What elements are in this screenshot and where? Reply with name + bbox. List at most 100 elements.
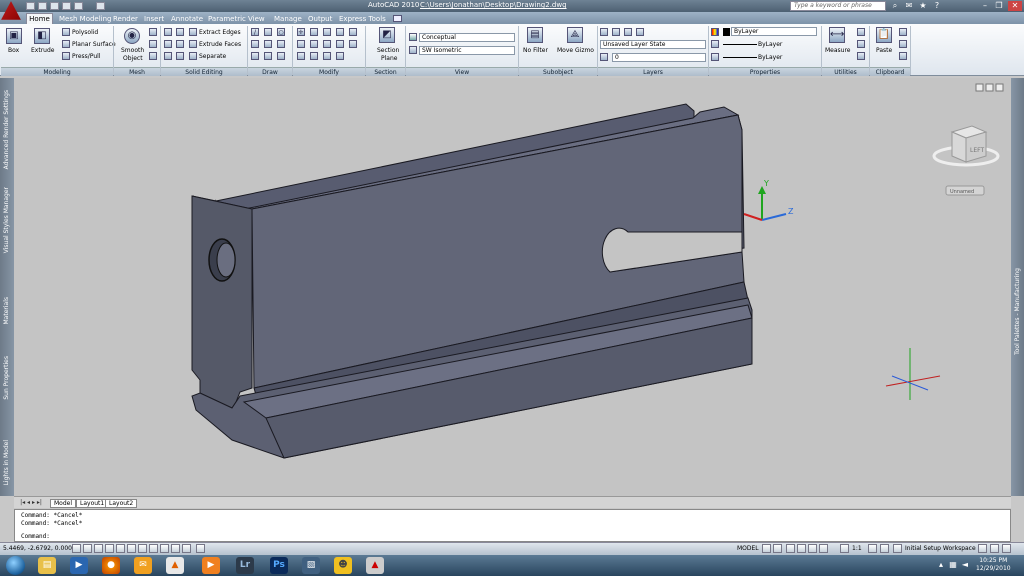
move-icon[interactable]: ✛ (297, 28, 305, 36)
extrude-faces-button[interactable]: Extrude Faces (199, 41, 241, 48)
save-icon[interactable] (50, 2, 59, 10)
paste-button[interactable]: Paste (876, 47, 892, 54)
close-icon[interactable]: ✕ (1008, 1, 1022, 11)
planar-surface-icon[interactable] (62, 40, 70, 48)
model-canvas[interactable]: Y Z LEFT Unnamed (14, 78, 1011, 496)
lineweight-toggle-icon[interactable] (171, 544, 180, 553)
panel-title-view[interactable]: View (406, 67, 518, 76)
separate-icon[interactable] (189, 52, 197, 60)
align-icon[interactable] (323, 52, 331, 60)
dynamic-input-icon[interactable] (160, 544, 169, 553)
explode-icon[interactable] (310, 40, 318, 48)
volume-icon[interactable]: ◄ (960, 560, 970, 570)
tab-manage[interactable]: Manage (274, 14, 302, 24)
viewport-minimize-icon[interactable] (975, 83, 984, 92)
redo-icon[interactable] (74, 2, 83, 10)
subtract-icon[interactable] (176, 28, 184, 36)
no-filter-button[interactable]: No Filter (523, 47, 548, 54)
help-search-input[interactable]: Type a keyword or phrase (790, 1, 886, 11)
extrude-icon[interactable]: ◧ (34, 28, 50, 44)
mirror-icon[interactable] (349, 28, 357, 36)
command-prompt[interactable]: Command: (21, 533, 1004, 541)
section-plane-button-line2[interactable]: Plane (381, 55, 397, 62)
search-icon[interactable]: ⌕ (890, 1, 900, 11)
panel-title-clipboard[interactable]: Clipboard (870, 67, 910, 76)
showmotion-icon[interactable] (819, 544, 828, 553)
quick-properties-icon[interactable] (182, 544, 191, 553)
tab-render[interactable]: Render (113, 14, 138, 24)
offset-icon[interactable] (310, 52, 318, 60)
layer-visibility-icon[interactable] (600, 53, 608, 61)
panel-title-mesh[interactable]: Mesh (114, 67, 160, 76)
tray-icon[interactable]: ▴ (936, 560, 946, 570)
utility-tool-icon[interactable] (857, 52, 865, 60)
layer-state-dropdown[interactable]: Unsaved Layer State (600, 40, 706, 49)
layer-properties-icon[interactable] (600, 28, 608, 36)
tab-annotate[interactable]: Annotate (171, 14, 203, 24)
polygon-icon[interactable] (251, 52, 259, 60)
isolate-objects-icon[interactable] (990, 544, 999, 553)
annotation-scale-icon[interactable] (840, 544, 849, 553)
panel-title-section[interactable]: Section (366, 67, 405, 76)
lightroom-icon[interactable]: Lr (236, 557, 254, 574)
measure-button[interactable]: Measure (825, 47, 851, 54)
copy-clip-icon[interactable] (899, 40, 907, 48)
palette-advanced-render-settings[interactable]: Advanced Render Settings (3, 90, 10, 169)
layout-nav-arrows-icon[interactable]: |◂ ◂ ▸ ▸| (16, 498, 46, 508)
firefox-icon[interactable]: ● (102, 557, 120, 574)
tab-insert[interactable]: Insert (144, 14, 164, 24)
extract-edges-button[interactable]: Extract Edges (199, 29, 241, 36)
press-pull-icon[interactable] (62, 52, 70, 60)
planar-surface-button[interactable]: Planar Surface (72, 41, 116, 48)
coordinate-readout[interactable]: 5.4469, -2.6792, 0.0000 (3, 545, 76, 552)
stretch-icon[interactable] (323, 40, 331, 48)
hatch-icon[interactable] (277, 52, 285, 60)
viewport-close-icon[interactable] (995, 83, 1004, 92)
move-gizmo-icon[interactable]: ⟁ (567, 27, 583, 43)
annotation-visibility-icon[interactable] (868, 544, 877, 553)
tab-layout1[interactable]: Layout1 (76, 499, 109, 508)
panel-title-modify[interactable]: Modify (293, 67, 365, 76)
panel-title-layers[interactable]: Layers (598, 67, 708, 76)
network-icon[interactable]: ▦ (948, 560, 958, 570)
layer-tool-icon[interactable] (636, 28, 644, 36)
paste-icon[interactable]: 📋 (876, 27, 892, 43)
section-plane-icon[interactable]: ◩ (379, 27, 395, 43)
palette-materials[interactable]: Materials (3, 297, 10, 325)
workspace-dropdown[interactable]: Initial Setup Workspace (905, 545, 976, 552)
view-direction-dropdown[interactable]: SW Isometric (419, 46, 515, 55)
spline-icon[interactable] (264, 40, 272, 48)
command-window[interactable]: Command: *Cancel* Command: *Cancel* Comm… (14, 509, 1011, 542)
line-icon[interactable]: / (251, 28, 259, 36)
layer-tool-icon[interactable] (624, 28, 632, 36)
panel-title-modeling[interactable]: Modeling (1, 67, 113, 76)
quick-view-layouts-icon[interactable] (762, 544, 771, 553)
panel-title-solid-editing[interactable]: Solid Editing (161, 67, 247, 76)
circle-icon[interactable]: ○ (277, 28, 285, 36)
maximize-icon[interactable]: ❐ (994, 1, 1004, 11)
polar-tracking-icon[interactable] (105, 544, 114, 553)
media-player-icon[interactable]: ▶ (70, 557, 88, 574)
viewport-restore-icon[interactable] (985, 83, 994, 92)
tab-home[interactable]: Home (26, 13, 53, 24)
communication-center-icon[interactable]: ✉ (904, 1, 914, 11)
grid-display-icon[interactable] (83, 544, 92, 553)
ellipse-icon[interactable] (277, 40, 285, 48)
utility-tool-icon[interactable] (857, 40, 865, 48)
color-dropdown[interactable]: ByLayer (731, 27, 817, 36)
help-icon[interactable]: ? (932, 1, 942, 11)
current-layer-dropdown[interactable]: 0 (612, 53, 706, 62)
lineweight-dropdown[interactable]: ByLayer (758, 41, 782, 48)
separate-button[interactable]: Separate (199, 53, 226, 60)
tab-express-tools[interactable]: Express Tools (339, 14, 386, 24)
panel-title-properties[interactable]: Properties (709, 67, 821, 76)
system-clock[interactable]: 10:25 PM 12/29/2010 (976, 557, 1011, 573)
media-player-2-icon[interactable]: ▶ (202, 557, 220, 574)
ortho-mode-icon[interactable] (94, 544, 103, 553)
palette-tool-palettes[interactable]: Tool Palettes - Manufacturing (1014, 268, 1021, 355)
thicken-icon[interactable] (176, 52, 184, 60)
minimize-icon[interactable]: – (980, 1, 990, 11)
autocad-taskbar-icon[interactable]: ▲ (366, 557, 384, 574)
undo-icon[interactable] (62, 2, 71, 10)
open-icon[interactable] (38, 2, 47, 10)
